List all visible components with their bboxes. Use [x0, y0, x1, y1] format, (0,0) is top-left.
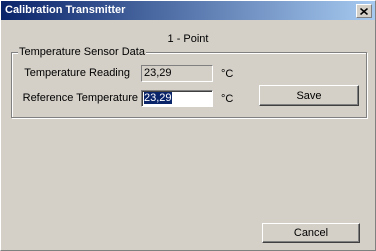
groupbox-legend: Temperature Sensor Data	[18, 46, 146, 58]
reference-temperature-input[interactable]: 23,29	[141, 90, 213, 107]
temperature-reading-unit: °C	[221, 68, 234, 80]
close-icon	[360, 7, 368, 15]
cancel-button-label: Cancel	[293, 227, 329, 239]
calibration-mode-label: 1 - Point	[167, 33, 209, 45]
title-bar[interactable]: Calibration Transmitter	[1, 1, 375, 20]
reference-temperature-label: Reference Temperature	[22, 92, 138, 104]
reference-temperature-unit: °C	[221, 93, 234, 105]
temperature-reading-label: Temperature Reading	[24, 67, 130, 79]
temperature-reading-value: 23,29	[144, 67, 172, 79]
window-title: Calibration Transmitter	[5, 4, 126, 16]
save-button[interactable]: Save	[259, 85, 359, 106]
close-button[interactable]	[356, 4, 372, 18]
reference-temperature-value: 23,29	[144, 92, 172, 104]
temperature-reading-field: 23,29	[141, 65, 213, 82]
save-button-label: Save	[296, 89, 322, 102]
cancel-button[interactable]: Cancel	[262, 223, 360, 243]
